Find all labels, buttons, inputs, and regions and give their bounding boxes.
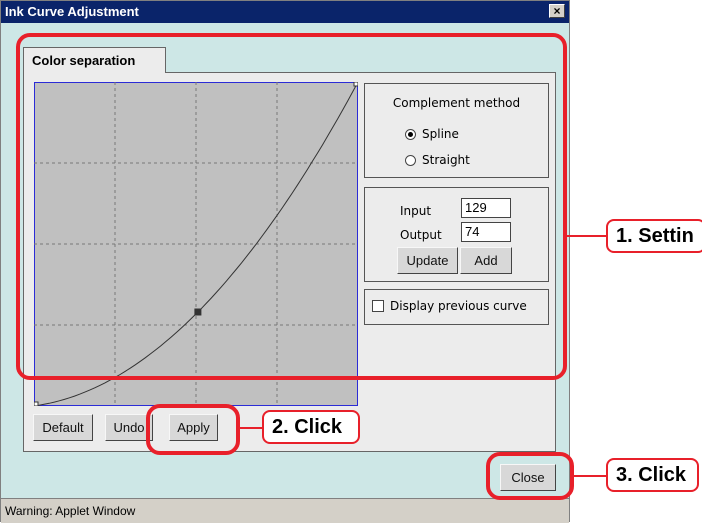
settings-connector [567,235,607,237]
tab-color-separation[interactable]: Color separation [23,47,166,73]
close-connector [574,475,606,477]
default-button[interactable]: Default [33,414,93,441]
callout-close: 3. Click [606,458,699,492]
settings-highlight [16,33,567,380]
title-close-icon[interactable]: × [549,4,565,18]
close-highlight [486,452,574,500]
callout-settings: 1. Settin [606,219,702,253]
apply-highlight [146,404,240,455]
callout-apply: 2. Click [262,410,360,444]
curve-start-point[interactable] [34,401,39,406]
window-title: Ink Curve Adjustment [5,4,139,19]
status-bar: Warning: Applet Window [1,498,569,523]
apply-connector [240,427,262,429]
title-bar: Ink Curve Adjustment × [1,1,569,23]
